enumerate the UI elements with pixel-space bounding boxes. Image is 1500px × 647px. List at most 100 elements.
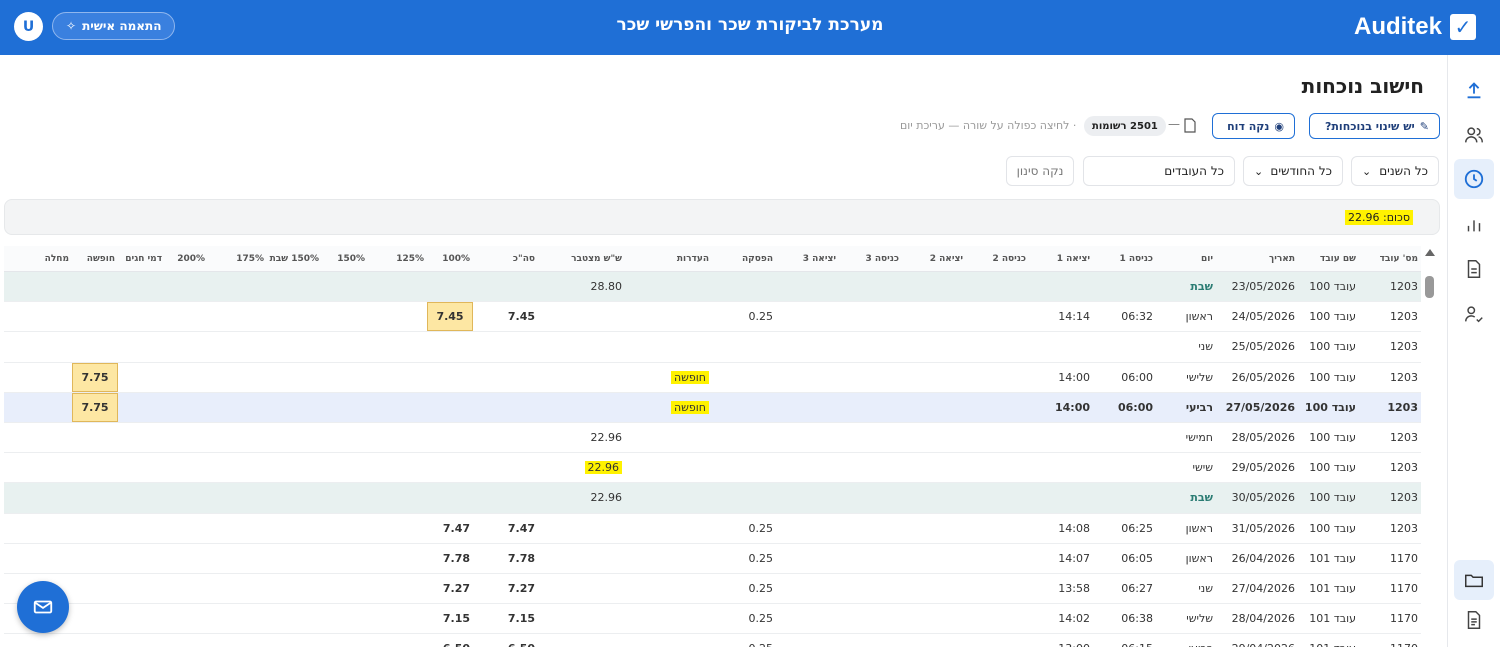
column-header[interactable]: מס' עובד bbox=[1359, 246, 1421, 271]
column-header[interactable]: מחלה bbox=[24, 246, 72, 271]
year-select-value: כל השנים bbox=[1379, 164, 1428, 178]
employee-select-value: כל העובדים bbox=[1164, 164, 1224, 178]
table-cell-p150s bbox=[267, 363, 322, 392]
column-header[interactable]: חופשה bbox=[72, 246, 118, 271]
clear-filter-button[interactable]: נקה סינון bbox=[1006, 156, 1074, 186]
table-cell-sick bbox=[24, 393, 72, 422]
table-cell-out2 bbox=[902, 453, 966, 482]
table-cell-p150s bbox=[267, 483, 322, 512]
table-row[interactable]: 1170 עובד 101 26/04/2026 ראשון 06:05 14:07 0.2… bbox=[4, 544, 1421, 574]
table-cell-in2 bbox=[966, 483, 1029, 512]
table-cell-out1: 13:00 bbox=[1029, 634, 1093, 647]
table-row[interactable]: 1170 עובד 101 28/04/2026 שלישי 06:38 14:02 0.2… bbox=[4, 604, 1421, 635]
column-header[interactable]: כניסה 1 bbox=[1093, 246, 1156, 271]
table-cell-p125 bbox=[368, 332, 427, 361]
table-cell-out3 bbox=[776, 302, 839, 331]
clock-icon[interactable] bbox=[1454, 159, 1494, 199]
column-header[interactable]: כניסה 2 bbox=[966, 246, 1029, 271]
table-cell-p100 bbox=[427, 453, 473, 482]
column-header[interactable]: סה"כ bbox=[473, 246, 538, 271]
table-cell-out1 bbox=[1029, 483, 1093, 512]
brand-logo[interactable]: Auditek ✓ bbox=[1354, 13, 1476, 41]
table-row[interactable]: 1203 עובד 100 24/05/2026 ראשון 06:32 14:14 0.2… bbox=[4, 302, 1421, 333]
table-cell-abs bbox=[625, 272, 712, 301]
column-header[interactable]: יציאה 2 bbox=[902, 246, 966, 271]
vertical-scrollbar[interactable] bbox=[1423, 246, 1437, 647]
column-header[interactable]: שם עובד bbox=[1298, 246, 1359, 271]
document-icon[interactable] bbox=[1454, 249, 1494, 289]
table-row[interactable]: 1203 עובד 100 28/05/2026 חמישי 22.96 bbox=[4, 423, 1421, 454]
table-cell-vac bbox=[72, 483, 118, 512]
column-header[interactable]: ש"ש מצטבר bbox=[538, 246, 625, 271]
table-cell-in1 bbox=[1093, 423, 1156, 452]
clean-report-button[interactable]: ◉ נקה דוח bbox=[1212, 113, 1295, 139]
table-cell-p200 bbox=[165, 574, 208, 603]
table-cell-emp: 1203 bbox=[1390, 280, 1418, 294]
table-cell-p175 bbox=[208, 483, 267, 512]
table-cell-abs bbox=[625, 634, 712, 647]
table-cell-cum bbox=[538, 393, 625, 422]
table-cell-out2 bbox=[902, 514, 966, 543]
table-row[interactable]: 1203 עובד 100 23/05/2026 שבת 28.80 bbox=[4, 272, 1421, 303]
user-check-icon[interactable] bbox=[1454, 294, 1494, 334]
table-cell-day: שבת bbox=[1190, 491, 1213, 505]
column-header[interactable]: העדרות bbox=[625, 246, 712, 271]
table-cell-p200 bbox=[165, 604, 208, 633]
table-cell-out2 bbox=[902, 332, 966, 361]
table-cell-out2 bbox=[902, 634, 966, 647]
scroll-up-icon[interactable] bbox=[1425, 249, 1435, 256]
folder-icon[interactable] bbox=[1454, 560, 1494, 600]
table-row[interactable]: 1203 עובד 100 25/05/2026 שני bbox=[4, 332, 1421, 363]
avatar[interactable]: U bbox=[14, 12, 43, 41]
column-header[interactable]: תאריך bbox=[1216, 246, 1298, 271]
table-row[interactable]: 1203 עובד 100 30/05/2026 שבת 22.96 bbox=[4, 483, 1421, 514]
table-row[interactable]: 1203 עובד 100 27/05/2026 רביעי 06:00 14:00 חופ… bbox=[4, 392, 1421, 423]
bar-chart-icon[interactable] bbox=[1454, 204, 1494, 244]
table-cell-total bbox=[473, 332, 538, 361]
upload-icon[interactable] bbox=[1454, 70, 1494, 110]
column-header[interactable]: יציאה 3 bbox=[776, 246, 839, 271]
personalize-button[interactable]: התאמה אישית ✧ bbox=[52, 12, 176, 40]
year-select[interactable]: כל השנים ⌄ bbox=[1351, 156, 1439, 186]
column-header[interactable]: 150% שבת bbox=[267, 246, 322, 271]
message-button[interactable] bbox=[17, 581, 69, 633]
table-cell-in2 bbox=[966, 423, 1029, 452]
column-header[interactable]: 150% bbox=[322, 246, 368, 271]
employee-select[interactable]: כל העובדים bbox=[1083, 156, 1235, 186]
table-cell-cum: 22.96 bbox=[590, 431, 623, 445]
table-cell-out2 bbox=[902, 302, 966, 331]
column-header[interactable]: 100% bbox=[427, 246, 473, 271]
column-header[interactable]: 175% bbox=[208, 246, 267, 271]
table-row[interactable]: 1203 עובד 100 31/05/2026 ראשון 06:25 14:08 0.2… bbox=[4, 514, 1421, 544]
table-cell-in1 bbox=[1093, 332, 1156, 361]
table-cell-p150 bbox=[322, 423, 368, 452]
table-row[interactable]: 1203 עובד 100 29/05/2026 שישי 22.96 bbox=[4, 453, 1421, 484]
table-cell-total bbox=[473, 393, 538, 422]
table-cell-vac bbox=[72, 634, 118, 647]
table-cell-out2 bbox=[902, 363, 966, 392]
scroll-thumb[interactable] bbox=[1425, 276, 1434, 298]
table-cell-p125 bbox=[368, 363, 427, 392]
table-cell-name: עובד 101 bbox=[1298, 634, 1359, 647]
column-header[interactable]: 200% bbox=[165, 246, 208, 271]
table-cell-p150s bbox=[267, 302, 322, 331]
table-row[interactable]: 1170עובד 10129/04/2026רביעי06:1513:00 0.2… bbox=[4, 634, 1421, 647]
users-icon[interactable] bbox=[1454, 115, 1494, 155]
table-cell-sick bbox=[24, 332, 72, 361]
file-text-icon[interactable] bbox=[1454, 600, 1494, 640]
column-header[interactable]: דמי חגים bbox=[118, 246, 165, 271]
table-cell-cum: 22.96 bbox=[590, 491, 623, 505]
column-header[interactable]: כניסה 3 bbox=[839, 246, 902, 271]
column-header[interactable]: יום bbox=[1156, 246, 1216, 271]
column-header[interactable]: 125% bbox=[368, 246, 427, 271]
month-select[interactable]: כל החודשים ⌄ bbox=[1243, 156, 1343, 186]
table-cell-p200 bbox=[165, 634, 208, 647]
table-row[interactable]: 1170 עובד 101 27/04/2026 שני 06:27 13:58 0.25 7… bbox=[4, 574, 1421, 605]
attendance-change-button[interactable]: ✎ יש שינוי בנוכחות? bbox=[1309, 113, 1440, 139]
table-cell-in2 bbox=[966, 302, 1029, 331]
table-cell-p200 bbox=[165, 332, 208, 361]
table-row[interactable]: 1203 עובד 100 26/05/2026 שלישי 06:00 14:00 חופ… bbox=[4, 362, 1421, 393]
column-header[interactable]: הפסקה bbox=[712, 246, 776, 271]
column-header[interactable]: יציאה 1 bbox=[1029, 246, 1093, 271]
table-cell-sick bbox=[24, 302, 72, 331]
